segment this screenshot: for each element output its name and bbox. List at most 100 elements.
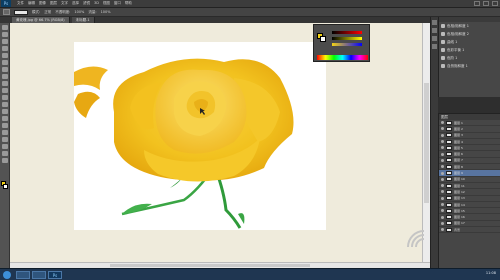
layer-name: 图层 12 — [454, 189, 465, 194]
menu-item[interactable]: 帮助 — [125, 1, 132, 6]
mode-value[interactable]: 正常 — [44, 10, 51, 15]
vertical-scrollbar[interactable] — [422, 23, 430, 262]
move-tool-icon[interactable] — [2, 25, 8, 30]
adjustment-label: 色彩平衡 1 — [447, 47, 465, 52]
shape-tool-icon[interactable] — [2, 144, 8, 149]
adjustment-item[interactable]: 色彩平衡 1 — [439, 46, 500, 54]
eraser-tool-icon[interactable] — [2, 95, 8, 100]
visibility-eye-icon[interactable] — [441, 140, 444, 144]
lasso-tool-icon[interactable] — [2, 39, 8, 44]
minimize-icon[interactable] — [474, 1, 480, 6]
visibility-eye-icon[interactable] — [441, 190, 444, 194]
crop-tool-icon[interactable] — [2, 53, 8, 58]
adjustment-item[interactable]: 色阶 1 — [439, 54, 500, 62]
color-panel-background-swatch[interactable] — [320, 36, 326, 42]
visibility-eye-icon[interactable] — [441, 215, 444, 219]
healing-tool-icon[interactable] — [2, 67, 8, 72]
close-icon[interactable] — [492, 1, 498, 6]
marquee-tool-icon[interactable] — [2, 32, 8, 37]
layer-name: 图层 15 — [454, 208, 465, 213]
tool-preset-icon[interactable] — [3, 9, 10, 15]
type-tool-icon[interactable] — [2, 130, 8, 135]
brush-size-field[interactable] — [14, 9, 28, 15]
layer-name: 图层 3 — [454, 133, 463, 138]
taskbar-app-photoshop[interactable]: Ps — [48, 271, 62, 279]
dodge-tool-icon[interactable] — [2, 116, 8, 121]
background-color-swatch[interactable] — [3, 184, 8, 189]
layer-thumbnail — [446, 164, 452, 169]
menu-item[interactable]: 窗口 — [114, 1, 121, 6]
visibility-eye-icon[interactable] — [441, 121, 444, 125]
menu-item[interactable]: 图像 — [39, 1, 46, 6]
taskbar-app-explorer[interactable] — [16, 271, 30, 279]
menu-item[interactable]: 文字 — [61, 1, 68, 6]
adjustment-icon — [441, 24, 445, 28]
visibility-eye-icon[interactable] — [441, 196, 444, 200]
adjustment-item[interactable]: 曲线 1 — [439, 38, 500, 46]
blue-slider[interactable] — [332, 43, 362, 46]
visibility-eye-icon[interactable] — [441, 177, 444, 181]
green-slider[interactable] — [332, 37, 362, 40]
visibility-eye-icon[interactable] — [441, 209, 444, 213]
path-select-tool-icon[interactable] — [2, 137, 8, 142]
layers-panel: 图层 图层 1 图层 2 图层 3 图层 4 图层 5 图层 6 图层 7 图层 8 图层 9图… — [438, 113, 500, 268]
visibility-eye-icon[interactable] — [441, 228, 444, 232]
opacity-value[interactable]: 100% — [74, 10, 84, 14]
eyedropper-tool-icon[interactable] — [2, 60, 8, 65]
layer-row[interactable]: 背景 — [439, 227, 500, 234]
layer-name: 图层 2 — [454, 126, 463, 131]
document-canvas[interactable] — [74, 42, 326, 230]
history-brush-tool-icon[interactable] — [2, 88, 8, 93]
menu-item[interactable]: 图层 — [50, 1, 57, 6]
swatches-icon[interactable] — [432, 28, 437, 33]
visibility-eye-icon[interactable] — [441, 158, 444, 162]
clock: 11:08 — [485, 271, 496, 275]
layer-name: 图层 6 — [454, 152, 463, 157]
flow-value[interactable]: 100% — [101, 10, 111, 14]
visibility-eye-icon[interactable] — [441, 127, 444, 131]
layer-thumbnail — [446, 227, 452, 232]
gradient-tool-icon[interactable] — [2, 102, 8, 107]
color-ramp[interactable] — [317, 55, 368, 60]
brush-icon[interactable] — [432, 36, 437, 41]
pen-tool-icon[interactable] — [2, 123, 8, 128]
adjustment-label: 曲线 1 — [447, 39, 458, 44]
stamp-tool-icon[interactable] — [2, 81, 8, 86]
adjustment-item[interactable]: 色相/饱和度 2 — [439, 30, 500, 38]
color-panel — [313, 24, 370, 62]
visibility-eye-icon[interactable] — [441, 203, 444, 206]
window-controls — [474, 1, 498, 6]
layer-thumbnail — [446, 196, 452, 201]
menu-item[interactable]: 文件 — [17, 1, 24, 6]
visibility-eye-icon[interactable] — [441, 184, 444, 188]
character-icon[interactable] — [432, 44, 437, 49]
maximize-icon[interactable] — [483, 1, 489, 6]
visibility-eye-icon[interactable] — [441, 165, 444, 169]
layer-name: 图层 9 — [454, 171, 463, 176]
blur-tool-icon[interactable] — [2, 109, 8, 114]
visibility-eye-icon[interactable] — [441, 221, 444, 225]
red-slider[interactable] — [332, 31, 362, 34]
visibility-eye-icon[interactable] — [441, 152, 444, 156]
menu-item[interactable]: 选择 — [72, 1, 79, 6]
start-button[interactable] — [3, 271, 11, 279]
adjustment-item[interactable]: 自然饱和度 1 — [439, 62, 500, 70]
menu-item[interactable]: 编辑 — [28, 1, 35, 6]
history-icon[interactable] — [432, 20, 437, 25]
menu-item[interactable]: 3D — [94, 1, 99, 6]
visibility-eye-icon[interactable] — [441, 133, 444, 137]
hand-tool-icon[interactable] — [2, 151, 8, 156]
zoom-tool-icon[interactable] — [2, 158, 8, 163]
layer-name: 图层 11 — [454, 183, 465, 188]
visibility-eye-icon[interactable] — [441, 171, 444, 175]
menu-item[interactable]: 视图 — [103, 1, 110, 6]
visibility-eye-icon[interactable] — [441, 146, 444, 150]
brush-tool-icon[interactable] — [2, 74, 8, 79]
adjustment-item[interactable]: 色相/饱和度 1 — [439, 22, 500, 30]
taskbar-app-browser[interactable] — [32, 271, 46, 279]
adjustment-icon — [441, 48, 445, 52]
adjustment-label: 色相/饱和度 2 — [447, 31, 470, 36]
menu-item[interactable]: 滤镜 — [83, 1, 90, 6]
adjustment-icon — [441, 64, 445, 68]
quick-select-tool-icon[interactable] — [2, 46, 8, 51]
